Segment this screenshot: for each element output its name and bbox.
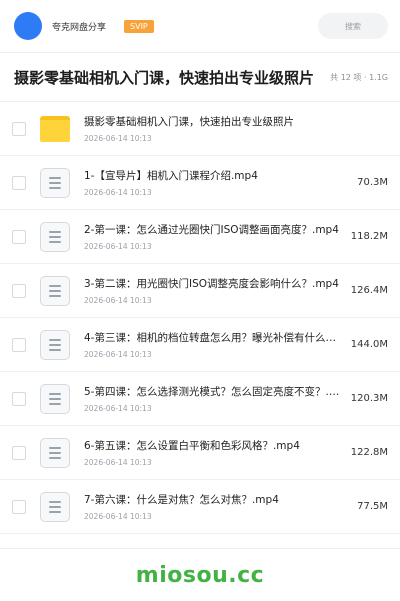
list-item[interactable]: 3-第二课：用光圈快门ISO调整亮度会影响什么？.mp4 2026-06-14 … — [0, 264, 400, 318]
file-date: 2026-06-14 10:13 — [84, 512, 152, 521]
file-size: 120.3M — [350, 393, 388, 404]
select-checkbox[interactable] — [12, 283, 26, 298]
file-info: 摄影零基础相机入门课，快速拍出专业级照片 2026-06-14 10:13 — [84, 114, 382, 143]
file-list: 摄影零基础相机入门课，快速拍出专业级照片 2026-06-14 10:13 1-… — [0, 102, 400, 534]
folder-icon — [40, 115, 70, 142]
file-date: 2026-06-14 10:13 — [84, 350, 152, 359]
file-name: 3-第二课：用光圈快门ISO调整亮度会影响什么？.mp4 — [84, 278, 339, 290]
file-size: 70.3M — [357, 177, 388, 188]
select-checkbox[interactable] — [12, 499, 26, 514]
select-checkbox[interactable] — [12, 121, 26, 136]
file-size: 144.0M — [350, 339, 388, 350]
list-item[interactable]: 4-第三课：相机的档位转盘怎么用？曝光补偿有什么用？.mp4 2026-06-1… — [0, 318, 400, 372]
document-icon — [40, 221, 70, 252]
file-date: 2026-06-14 10:13 — [84, 296, 152, 305]
file-date: 2026-06-14 10:13 — [84, 458, 152, 467]
avatar[interactable] — [14, 12, 42, 40]
app-name: 夸克网盘分享 — [52, 22, 107, 33]
document-icon — [40, 491, 70, 522]
document-icon — [40, 167, 70, 198]
file-info: 1-【宣导片】相机入门课程介绍.mp4 2026-06-14 10:13 — [84, 168, 351, 197]
svip-badge: SVIP — [124, 19, 154, 33]
file-info: 2-第一课：怎么通过光圈快门ISO调整画面亮度？.mp4 2026-06-14 … — [84, 222, 345, 251]
select-checkbox[interactable] — [12, 337, 26, 352]
file-info: 4-第三课：相机的档位转盘怎么用？曝光补偿有什么用？.mp4 2026-06-1… — [84, 330, 345, 359]
document-icon — [40, 275, 70, 306]
footer: miosou.cc — [0, 548, 400, 601]
file-info: 5-第四课：怎么选择测光模式？怎么固定亮度不变？.mp4 2026-06-14 … — [84, 384, 345, 413]
select-checkbox[interactable] — [12, 229, 26, 244]
file-size: 126.4M — [350, 285, 388, 296]
list-item-folder[interactable]: 摄影零基础相机入门课，快速拍出专业级照片 2026-06-14 10:13 — [0, 102, 400, 156]
share-title-row: 摄影零基础相机入门课，快速拍出专业级照片 共 12 项 · 1.1G — [0, 53, 400, 101]
list-item[interactable]: 7-第六课：什么是对焦？怎么对焦？.mp4 2026-06-14 10:13 7… — [0, 480, 400, 534]
file-size: 118.2M — [350, 231, 388, 242]
select-checkbox[interactable] — [12, 175, 26, 190]
document-icon — [40, 437, 70, 468]
file-date: 2026-06-14 10:13 — [84, 134, 152, 143]
list-item[interactable]: 5-第四课：怎么选择测光模式？怎么固定亮度不变？.mp4 2026-06-14 … — [0, 372, 400, 426]
file-name: 7-第六课：什么是对焦？怎么对焦？.mp4 — [84, 494, 279, 506]
header-bar: 夸克网盘分享 SVIP 搜索 — [0, 0, 400, 52]
document-icon — [40, 329, 70, 360]
file-name: 5-第四课：怎么选择测光模式？怎么固定亮度不变？.mp4 — [84, 386, 345, 398]
item-count-meta: 共 12 项 · 1.1G — [330, 72, 388, 82]
file-info: 6-第五课：怎么设置白平衡和色彩风格？.mp4 2026-06-14 10:13 — [84, 438, 345, 467]
file-date: 2026-06-14 10:13 — [84, 188, 152, 197]
file-name: 4-第三课：相机的档位转盘怎么用？曝光补偿有什么用？.mp4 — [84, 332, 345, 344]
search-label: 搜索 — [345, 21, 361, 31]
file-info: 3-第二课：用光圈快门ISO调整亮度会影响什么？.mp4 2026-06-14 … — [84, 276, 345, 305]
search-button[interactable]: 搜索 — [318, 13, 388, 39]
select-checkbox[interactable] — [12, 391, 26, 406]
file-name: 6-第五课：怎么设置白平衡和色彩风格？.mp4 — [84, 440, 300, 452]
page-title: 摄影零基础相机入门课，快速拍出专业级照片 — [14, 68, 315, 87]
list-item[interactable]: 6-第五课：怎么设置白平衡和色彩风格？.mp4 2026-06-14 10:13… — [0, 426, 400, 480]
file-name: 2-第一课：怎么通过光圈快门ISO调整画面亮度？.mp4 — [84, 224, 339, 236]
watermark: miosou.cc — [135, 562, 265, 588]
list-item[interactable]: 2-第一课：怎么通过光圈快门ISO调整画面亮度？.mp4 2026-06-14 … — [0, 210, 400, 264]
file-size: 77.5M — [357, 501, 388, 512]
list-item[interactable]: 1-【宣导片】相机入门课程介绍.mp4 2026-06-14 10:13 70.… — [0, 156, 400, 210]
file-date: 2026-06-14 10:13 — [84, 404, 152, 413]
file-date: 2026-06-14 10:13 — [84, 242, 152, 251]
file-info: 7-第六课：什么是对焦？怎么对焦？.mp4 2026-06-14 10:13 — [84, 492, 351, 521]
file-name: 摄影零基础相机入门课，快速拍出专业级照片 — [84, 116, 294, 128]
file-size: 122.8M — [350, 447, 388, 458]
select-checkbox[interactable] — [12, 445, 26, 460]
document-icon — [40, 383, 70, 414]
file-name: 1-【宣导片】相机入门课程介绍.mp4 — [84, 170, 258, 182]
